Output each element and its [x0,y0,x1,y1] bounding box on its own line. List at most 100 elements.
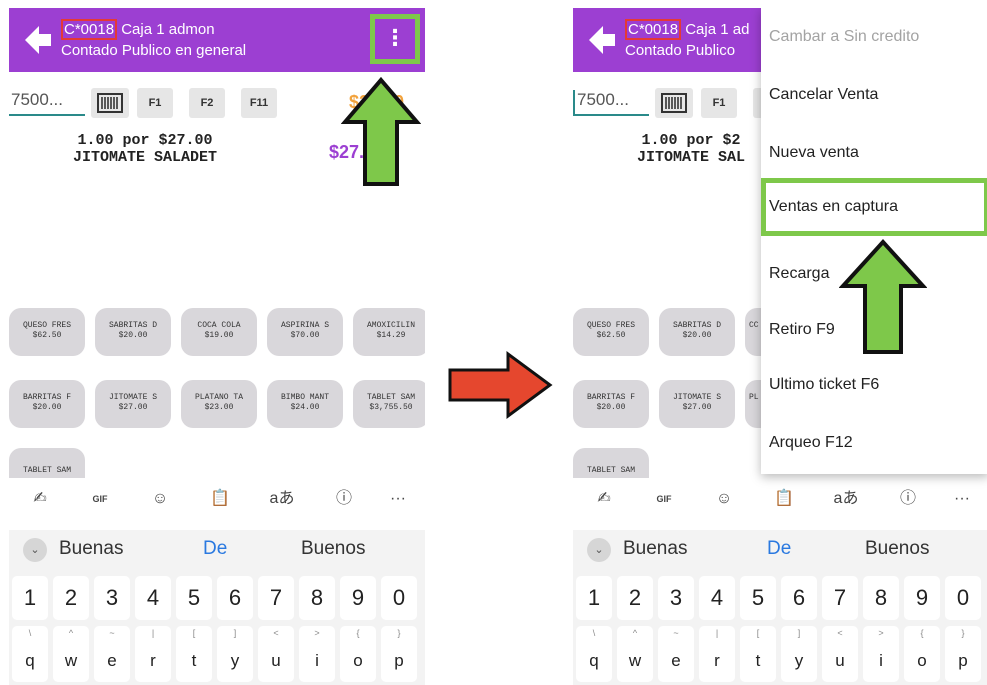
menu-item-sales-in-capture[interactable]: Ventas en captura [761,178,987,236]
product-button[interactable]: QUESO FRES $62.50 [573,308,649,356]
product-button[interactable]: BARRITAS F $20.00 [9,380,85,428]
product-button[interactable]: QUESO FRES $62.50 [9,308,85,356]
key-label: q [589,651,599,670]
sticker-icon[interactable]: ☺ [145,484,175,514]
f1-button[interactable]: F1 [137,88,173,118]
key-y[interactable]: ] y [217,626,253,682]
handwriting-icon[interactable]: ✍ [25,484,55,514]
key-e[interactable]: ~ e [94,626,130,682]
key-hint: } [961,628,965,638]
handwriting-icon[interactable]: ✍ [589,484,619,514]
key-6[interactable]: 6 [217,576,253,620]
key-q[interactable]: \ q [12,626,48,682]
search-input[interactable]: 7500... [9,90,85,116]
barcode-scan-icon[interactable] [91,88,129,118]
key-8[interactable]: 8 [299,576,335,620]
customer-label: Contado Publico [625,42,736,59]
key-w[interactable]: ^ w [617,626,653,682]
product-button[interactable]: ASPIRINA S $70.00 [267,308,343,356]
key-i[interactable]: > i [863,626,899,682]
product-button[interactable]: COCA COLA $19.00 [181,308,257,356]
key-o[interactable]: {o [904,626,940,682]
product-button[interactable]: SABRITAS D $20.00 [95,308,171,356]
clipboard-icon[interactable]: 📋 [769,484,799,514]
key-9[interactable]: 9 [904,576,940,620]
back-arrow-icon[interactable] [581,20,621,60]
key-1[interactable]: 1 [576,576,612,620]
key-r[interactable]: | r [135,626,171,682]
chevron-down-icon[interactable]: ⌄ [587,538,611,562]
f11-button[interactable]: F11 [241,88,277,118]
key-4[interactable]: 4 [135,576,171,620]
sticker-icon[interactable]: ☺ [709,484,739,514]
back-arrow-icon[interactable] [17,20,57,60]
product-button[interactable]: AMOXICILIN $14.29 [353,308,425,356]
product-button[interactable]: SABRITAS D $20.00 [659,308,735,356]
search-input[interactable]: 7500... [573,90,649,116]
key-i[interactable]: > i [299,626,335,682]
key-y[interactable]: ] y [781,626,817,682]
product-button[interactable]: PLATANO TA $23.00 [181,380,257,428]
key-9[interactable]: 9 [340,576,376,620]
key-u[interactable]: < u [258,626,294,682]
key-2[interactable]: 2 [53,576,89,620]
key-p[interactable]: } p [945,626,981,682]
suggestion-middle[interactable]: De [767,538,791,560]
menu-item-last-ticket[interactable]: Ultimo ticket F6 [761,356,987,414]
product-button[interactable]: TABLET SAM $3,755.50 [353,380,425,428]
key-1[interactable]: 1 [12,576,48,620]
key-7[interactable]: 7 [258,576,294,620]
product-button[interactable]: JITOMATE S $27.00 [95,380,171,428]
menu-item-change-to-no-credit[interactable]: Cambar a Sin credito [761,8,987,66]
key-3[interactable]: 3 [658,576,694,620]
language-icon[interactable]: aあ [267,484,297,514]
key-u[interactable]: < u [822,626,858,682]
suggestion-middle[interactable]: De [203,538,227,560]
key-o[interactable]: {o [340,626,376,682]
f1-button[interactable]: F1 [701,88,737,118]
more-icon[interactable]: ··· [383,484,413,514]
clipboard-icon[interactable]: 📋 [205,484,235,514]
suggestion-left[interactable]: Buenas [59,538,123,560]
menu-item-cancel-sale[interactable]: Cancelar Venta [761,66,987,124]
product-price: $20.00 [32,403,62,412]
key-p[interactable]: } p [381,626,417,682]
product-button[interactable]: BIMBO MANT $24.00 [267,380,343,428]
key-4[interactable]: 4 [699,576,735,620]
key-3[interactable]: 3 [94,576,130,620]
key-0[interactable]: 0 [945,576,981,620]
key-e[interactable]: ~ e [658,626,694,682]
key-t[interactable]: [t [176,626,212,682]
more-icon[interactable]: ··· [947,484,977,514]
keyboard-toolbar: ✍ GIF ☺ 📋 aあ ⓘ ··· [9,478,425,526]
product-button[interactable]: JITOMATE S $27.00 [659,380,735,428]
key-t[interactable]: [t [740,626,776,682]
key-label: r [150,651,156,670]
key-0[interactable]: 0 [381,576,417,620]
overflow-menu-button[interactable]: ⋮ [370,14,420,64]
key-r[interactable]: | r [699,626,735,682]
key-8[interactable]: 8 [863,576,899,620]
key-5[interactable]: 5 [176,576,212,620]
suggestion-right[interactable]: Buenos [301,538,365,560]
language-icon[interactable]: aあ [831,484,861,514]
key-q[interactable]: \ q [576,626,612,682]
menu-item-cash-count[interactable]: Arqueo F12 [761,414,987,472]
gif-icon[interactable]: GIF [85,484,115,514]
key-2[interactable]: 2 [617,576,653,620]
product-button[interactable]: BARRITAS F $20.00 [573,380,649,428]
key-w[interactable]: ^ w [53,626,89,682]
menu-item-new-sale[interactable]: Nueva venta [761,124,987,182]
barcode-scan-icon[interactable] [655,88,693,118]
suggestion-right[interactable]: Buenos [865,538,929,560]
key-5[interactable]: 5 [740,576,776,620]
info-icon[interactable]: ⓘ [893,484,923,514]
suggestion-left[interactable]: Buenas [623,538,687,560]
key-7[interactable]: 7 [822,576,858,620]
info-icon[interactable]: ⓘ [329,484,359,514]
chevron-down-icon[interactable]: ⌄ [23,538,47,562]
key-6[interactable]: 6 [781,576,817,620]
f2-button[interactable]: F2 [189,88,225,118]
gif-icon[interactable]: GIF [649,484,679,514]
key-hint: | [715,628,719,638]
